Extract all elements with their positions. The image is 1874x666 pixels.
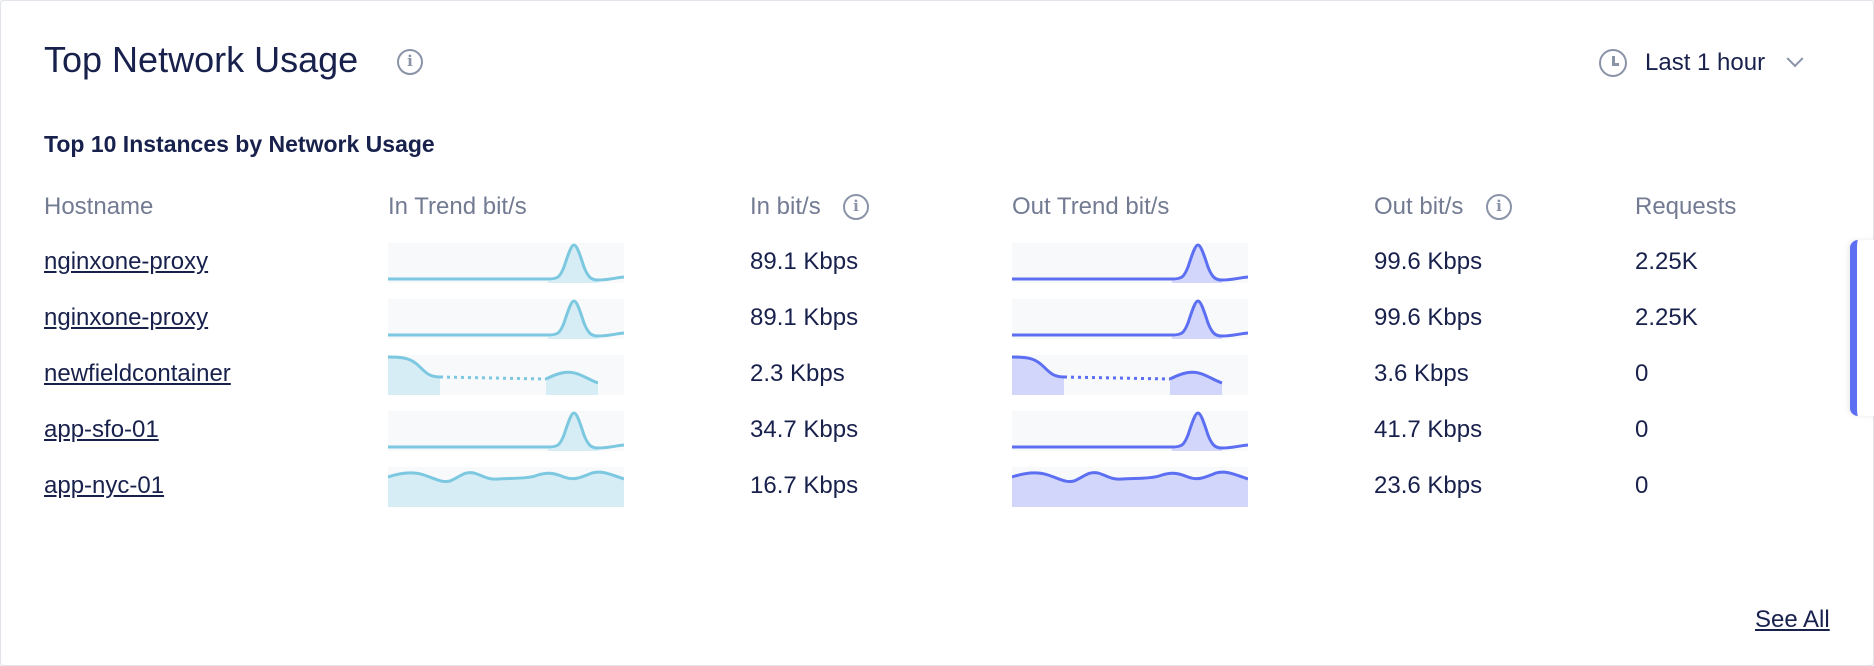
sparkline-line xyxy=(1012,243,1249,282)
requests-value: 0 xyxy=(1635,416,1649,443)
sparkline-gap xyxy=(1063,375,1171,381)
in-trend-sparkline xyxy=(387,467,625,507)
in-trend-sparkline-svg xyxy=(387,355,599,395)
widget-title: Top Network Usage xyxy=(44,39,359,80)
requests-value: 0 xyxy=(1635,360,1649,387)
clock-icon xyxy=(1599,49,1627,77)
in-trend-sparkline-svg xyxy=(388,243,625,283)
out-trend-sparkline-svg xyxy=(1011,470,1249,507)
in-bits-value: 34.7 Kbps xyxy=(750,416,859,443)
out-bits-value: 41.7 Kbps xyxy=(1374,416,1483,443)
column-header-in-trend: In Trend bit/s xyxy=(388,193,527,220)
out-trend-sparkline-svg xyxy=(1012,411,1249,451)
out-bits-value: 99.6 Kbps xyxy=(1374,248,1483,275)
network-usage-card: Top Network Usage i Last 1 hour Top 10 I… xyxy=(0,0,1874,666)
column-header-requests: Requests xyxy=(1635,193,1737,220)
out-bits-info-icon[interactable]: i xyxy=(1486,194,1512,220)
out-trend-sparkline xyxy=(1011,355,1248,395)
in-bits-info-icon[interactable]: i xyxy=(843,194,869,220)
out-bits-value: 23.6 Kbps xyxy=(1374,472,1483,499)
in-bits-value: 89.1 Kbps xyxy=(750,248,859,275)
section-subtitle: Top 10 Instances by Network Usage xyxy=(44,131,435,157)
sparkline-area xyxy=(388,357,598,395)
out-bits-value: 3.6 Kbps xyxy=(1374,360,1469,387)
in-trend-sparkline xyxy=(387,355,624,395)
in-trend-sparkline xyxy=(388,243,625,283)
out-bits-value: 99.6 Kbps xyxy=(1374,304,1483,331)
chevron-down-icon xyxy=(1786,50,1804,68)
sparkline-line xyxy=(1012,299,1249,338)
requests-value: 0 xyxy=(1635,472,1649,499)
time-range-label: Last 1 hour xyxy=(1645,49,1766,76)
in-bits-value: 2.3 Kbps xyxy=(750,360,845,387)
see-all-link[interactable]: See All xyxy=(1755,606,1830,634)
hostname-link[interactable]: nginxone-proxy xyxy=(44,304,208,332)
in-trend-sparkline-svg xyxy=(388,299,625,339)
hostname-link[interactable]: app-sfo-01 xyxy=(44,416,159,444)
out-trend-sparkline xyxy=(1012,243,1249,283)
column-header-out-trend: Out Trend bit/s xyxy=(1012,193,1170,220)
in-trend-sparkline-svg xyxy=(388,411,625,451)
requests-value: 2.25K xyxy=(1635,304,1698,331)
sparkline-area xyxy=(1012,357,1222,395)
info-icon[interactable]: i xyxy=(397,49,423,75)
out-trend-sparkline-svg xyxy=(1012,299,1249,339)
hostname-link[interactable]: app-nyc-01 xyxy=(44,472,164,500)
in-trend-sparkline-svg xyxy=(387,470,625,507)
column-header-in-bits: In bit/s xyxy=(750,193,821,220)
requests-value: 2.25K xyxy=(1635,248,1698,275)
in-bits-value: 89.1 Kbps xyxy=(750,304,859,331)
in-trend-sparkline xyxy=(388,299,625,339)
sparkline-gap xyxy=(439,375,547,381)
sparkline-line xyxy=(388,243,625,282)
out-trend-sparkline-svg xyxy=(1012,243,1249,283)
sparkline-line xyxy=(388,299,625,338)
in-bits-value: 16.7 Kbps xyxy=(750,472,859,499)
sparkline-line xyxy=(1012,411,1249,450)
in-trend-sparkline xyxy=(388,411,625,451)
hostname-link[interactable]: newfieldcontainer xyxy=(44,360,231,388)
out-trend-sparkline xyxy=(1012,411,1249,451)
side-panel-tab[interactable] xyxy=(1850,240,1874,416)
out-trend-sparkline-svg xyxy=(1011,355,1223,395)
sparkline-line xyxy=(388,411,625,450)
out-trend-sparkline xyxy=(1012,299,1249,339)
hostname-link[interactable]: nginxone-proxy xyxy=(44,248,208,276)
column-header-hostname: Hostname xyxy=(44,193,154,220)
time-range-dropdown[interactable]: Last 1 hour xyxy=(1599,45,1804,81)
column-header-out-bits: Out bit/s xyxy=(1374,193,1464,220)
out-trend-sparkline xyxy=(1011,467,1249,507)
